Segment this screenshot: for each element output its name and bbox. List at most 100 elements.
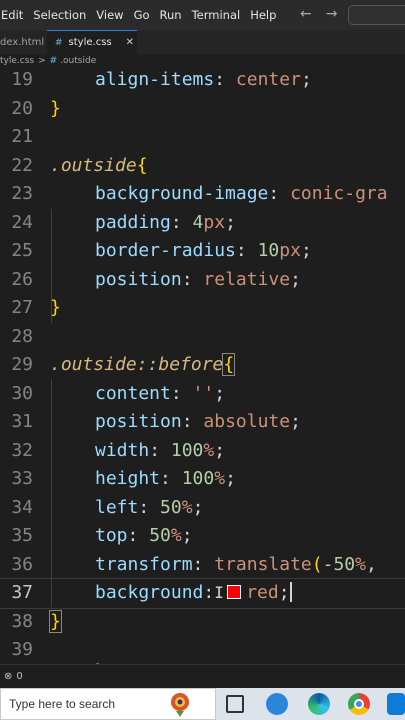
code-token: relative xyxy=(203,268,291,290)
code-token: % xyxy=(170,525,182,546)
code-token: px xyxy=(203,211,226,233)
navigation-arrows: ← → xyxy=(300,6,337,22)
code-token: } xyxy=(50,97,61,119)
blue-app-icon[interactable] xyxy=(266,693,288,715)
code-token: position xyxy=(95,268,182,290)
code-token: : xyxy=(181,411,204,432)
tab-style-css[interactable]: # style.css ✕ xyxy=(47,30,137,54)
menu-go[interactable]: Go xyxy=(129,8,155,22)
menu-selection[interactable]: Selection xyxy=(28,8,91,22)
code-line[interactable]: 20} xyxy=(0,95,405,124)
status-bar: ⊗ 0 xyxy=(0,664,405,688)
code-line[interactable]: 31 position: absolute; xyxy=(0,408,405,437)
code-token: : xyxy=(170,211,193,233)
line-number: 37 xyxy=(11,582,33,603)
close-icon[interactable]: ✕ xyxy=(126,37,134,48)
code-line[interactable]: 37 background:I red; xyxy=(0,578,405,609)
edge-browser-icon[interactable] xyxy=(308,693,330,715)
line-number: 35 xyxy=(11,525,33,546)
flower-app-icon[interactable] xyxy=(166,690,194,718)
line-number: 25 xyxy=(11,240,33,261)
code-token: ; xyxy=(192,496,204,518)
code-line[interactable]: 35 top: 50%; xyxy=(0,522,405,551)
code-token: : xyxy=(268,183,291,204)
line-number: 31 xyxy=(11,411,33,432)
code-token: , xyxy=(365,553,377,575)
code-token: : xyxy=(203,582,215,603)
code-line[interactable]: 29 .outside::before{ xyxy=(0,351,405,380)
code-editor[interactable]: 19 align-items: center; 20} 21 22 .outside{23… xyxy=(0,66,405,664)
line-number: 32 xyxy=(11,439,33,461)
code-token: % xyxy=(181,496,193,518)
code-text: background-image: conic-gra xyxy=(50,180,388,209)
code-line[interactable]: 33 height: 100%; xyxy=(0,465,405,494)
code-line[interactable]: 21 xyxy=(0,123,405,152)
code-token: } xyxy=(50,297,61,318)
chrome-browser-icon[interactable] xyxy=(348,693,370,715)
code-token: : xyxy=(127,525,150,546)
breadcrumb-file[interactable]: tyle.css xyxy=(0,56,34,66)
code-text: position: relative; xyxy=(50,266,301,295)
code-text: padding: 4px; xyxy=(50,209,236,238)
line-number: 33 xyxy=(11,468,33,489)
code-token: ; xyxy=(300,240,312,261)
code-line[interactable]: 39 xyxy=(0,636,405,664)
code-token: border-radius xyxy=(95,240,236,261)
code-line[interactable]: 30 content: ''; xyxy=(0,380,405,409)
breadcrumb-selector[interactable]: .outside xyxy=(60,56,96,66)
menu-run[interactable]: Run xyxy=(155,8,187,22)
code-line[interactable]: 24 padding: 4px; xyxy=(0,209,405,238)
code-token: 100 xyxy=(181,468,215,489)
code-text: border-radius: 10px; xyxy=(50,237,312,266)
error-count[interactable]: 0 xyxy=(16,671,22,682)
vscode-icon[interactable] xyxy=(387,693,405,715)
line-number: 26 xyxy=(11,268,33,290)
code-token: { xyxy=(222,353,236,376)
menu-edit[interactable]: Edit xyxy=(0,8,28,22)
code-token: absolute xyxy=(203,411,291,432)
code-line[interactable]: 32 width: 100%; xyxy=(0,437,405,466)
code-token: : xyxy=(160,468,182,489)
code-token: translate xyxy=(214,553,312,575)
code-text: } xyxy=(50,294,61,323)
line-number: 34 xyxy=(11,496,33,518)
code-token: content xyxy=(95,382,171,404)
arrow-right-icon[interactable]: → xyxy=(326,6,338,22)
line-number: 30 xyxy=(11,382,33,404)
code-token: position xyxy=(95,411,182,432)
menu-view[interactable]: View xyxy=(91,8,128,22)
code-text: height: 100%; xyxy=(50,465,236,494)
menu-terminal[interactable]: Terminal xyxy=(187,8,246,22)
code-text: align-items: center; xyxy=(50,66,312,95)
search-placeholder: Type here to search xyxy=(9,697,116,711)
code-line[interactable]: 22 .outside{ xyxy=(0,152,405,181)
error-count-icon[interactable]: ⊗ xyxy=(4,671,12,682)
code-line[interactable]: 38} xyxy=(0,608,405,637)
color-swatch-icon[interactable] xyxy=(227,584,242,599)
code-token: left xyxy=(95,496,139,518)
code-line[interactable]: 27} xyxy=(0,294,405,323)
editor-tab-bar: dex.html # style.css ✕ xyxy=(0,30,405,54)
code-token: : xyxy=(138,496,161,518)
code-token: 10 xyxy=(257,240,280,261)
code-line[interactable]: 25 border-radius: 10px; xyxy=(0,237,405,266)
code-text: } xyxy=(50,95,61,124)
css-file-icon: # xyxy=(55,37,63,48)
code-line[interactable]: 23 background-image: conic-gra xyxy=(0,180,405,209)
menu-help[interactable]: Help xyxy=(245,8,281,22)
tab-label: dex.html xyxy=(0,36,45,48)
code-line[interactable]: 36 transform: translate(-50%, xyxy=(0,551,405,580)
code-token: ; xyxy=(181,525,193,546)
code-line[interactable]: 26 position: relative; xyxy=(0,266,405,295)
code-line[interactable]: 19 align-items: center; xyxy=(0,66,405,95)
command-center-input[interactable] xyxy=(348,5,405,25)
code-line[interactable]: 28 xyxy=(0,323,405,352)
task-view-icon[interactable] xyxy=(226,695,244,713)
code-line[interactable]: 34 left: 50%; xyxy=(0,494,405,523)
tab-index-html[interactable]: dex.html xyxy=(0,30,46,54)
code-token: 50 xyxy=(149,525,171,546)
arrow-left-icon[interactable]: ← xyxy=(300,6,312,22)
code-token: ; xyxy=(290,411,301,432)
code-token: height xyxy=(95,468,161,489)
code-text: top: 50%; xyxy=(50,522,193,551)
